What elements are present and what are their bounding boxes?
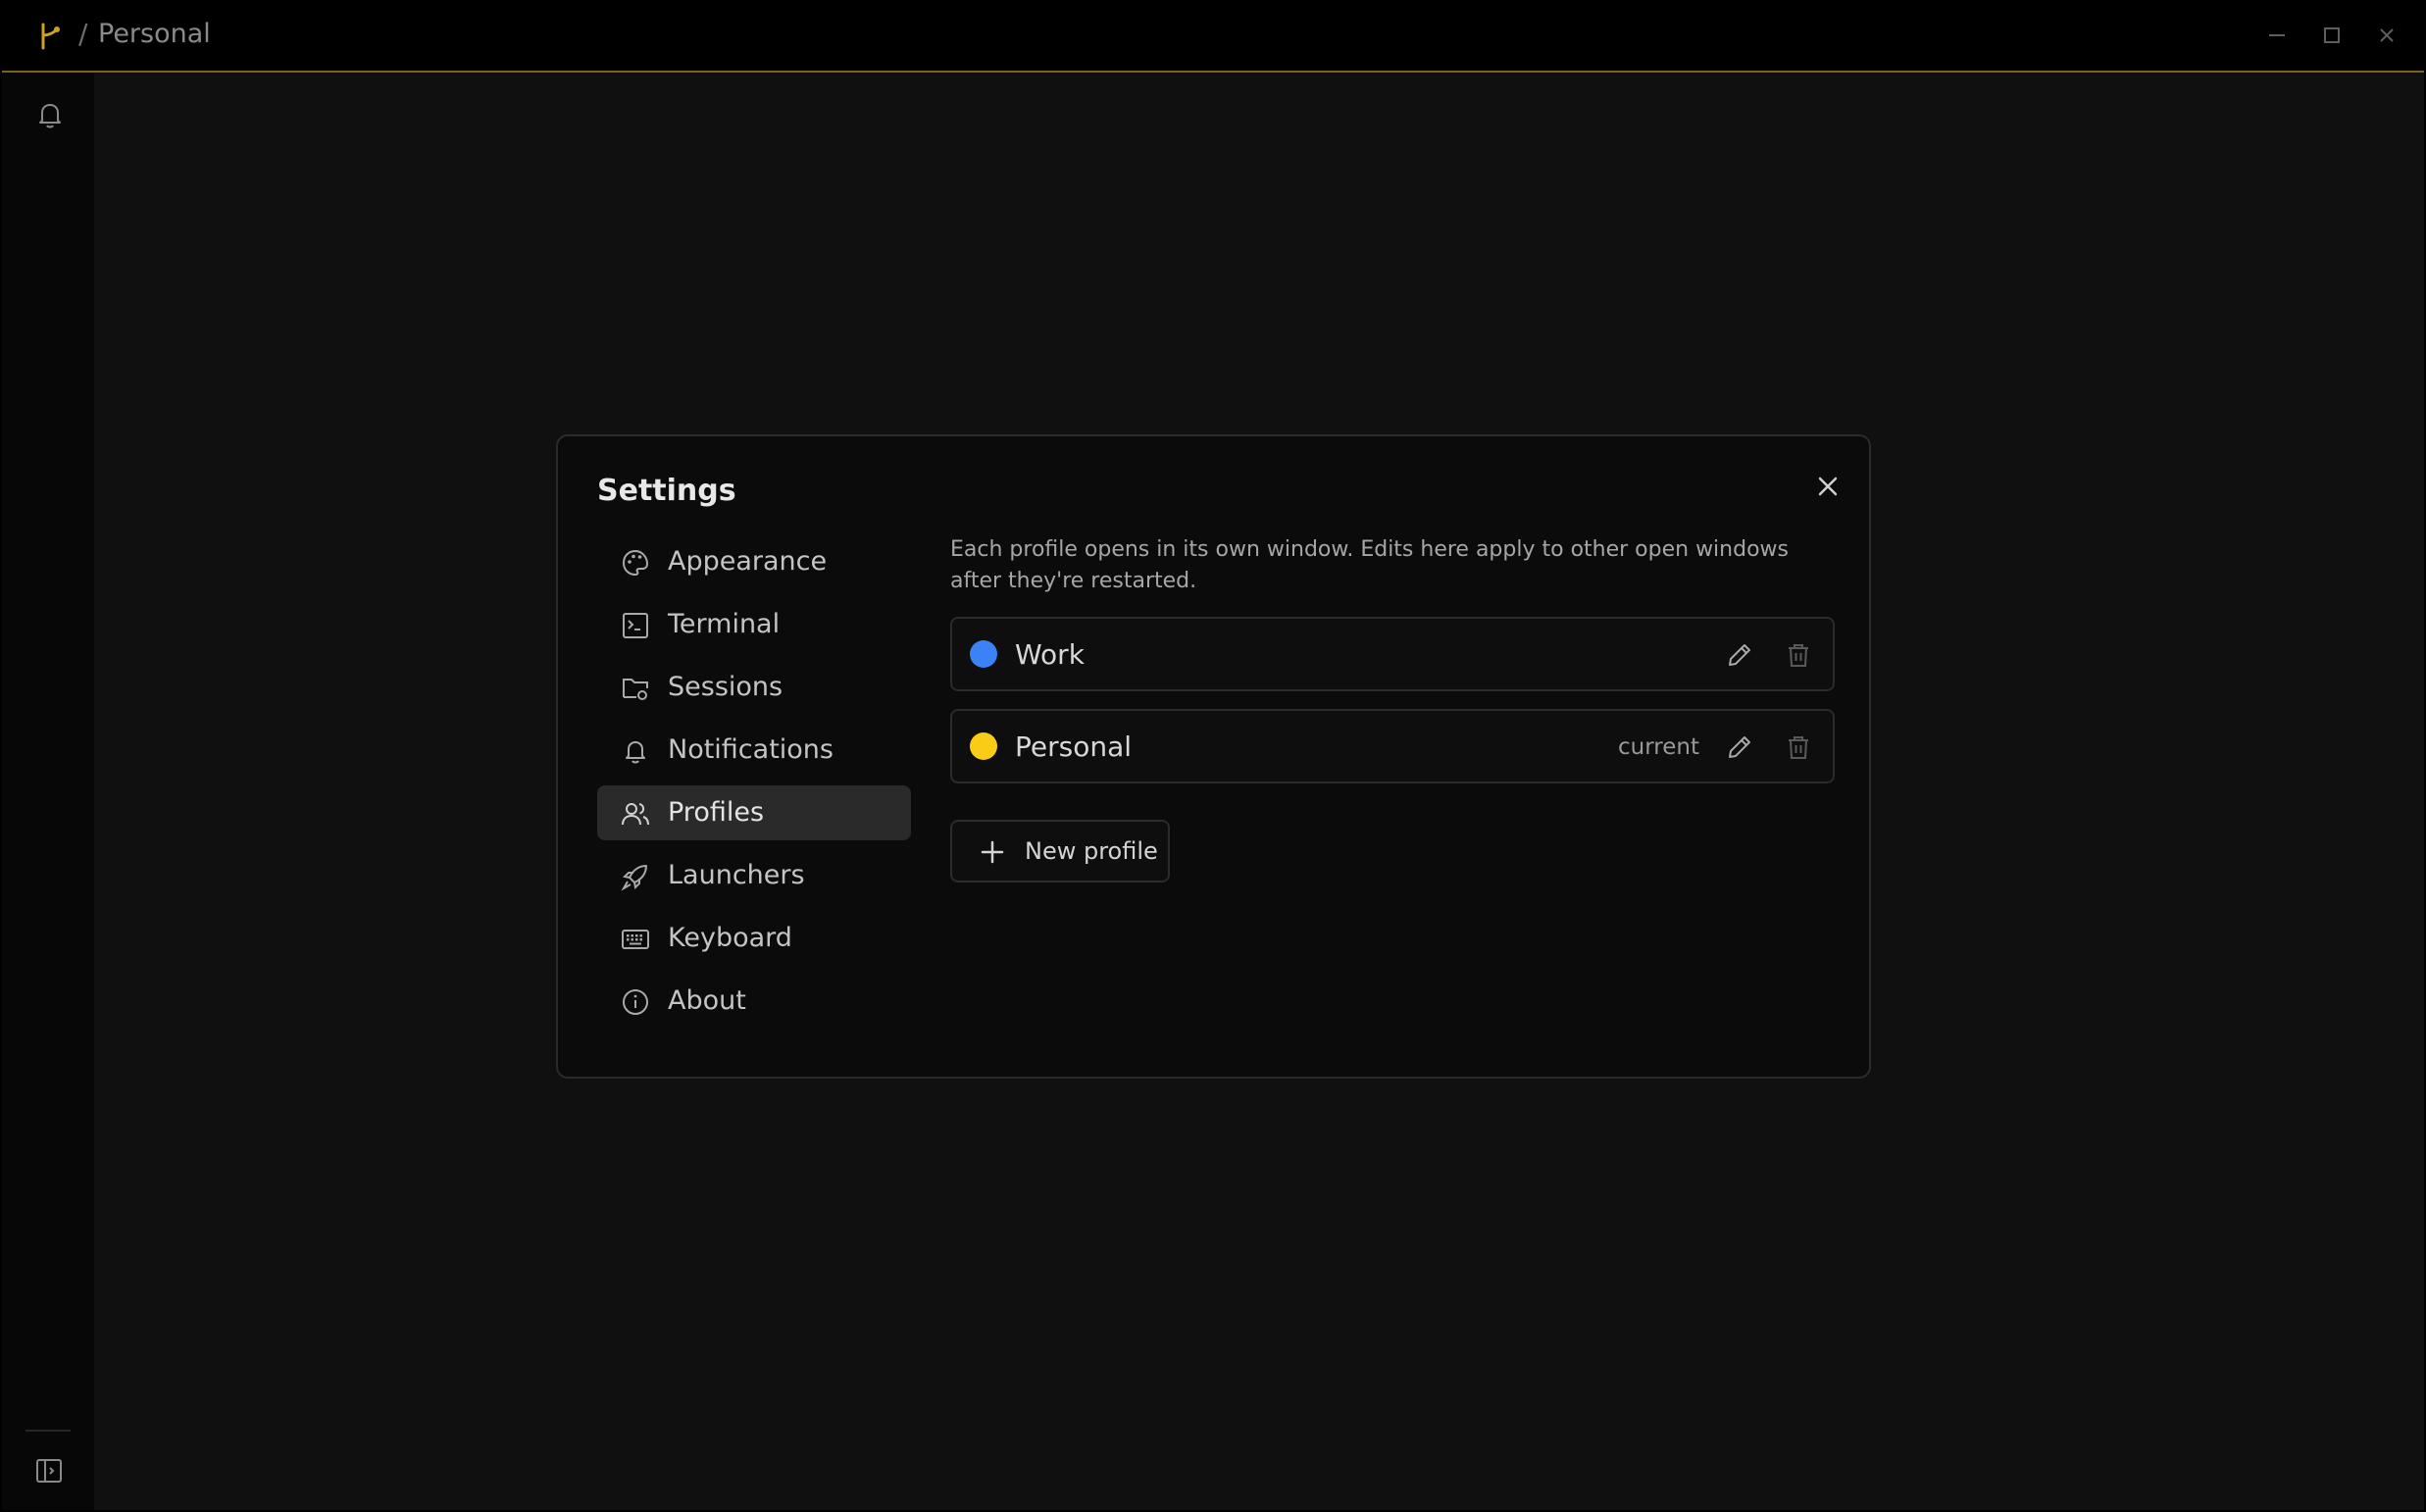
bell-icon [621, 736, 650, 766]
app-window: / Personal Settings Appearance Terminal … [2, 2, 2424, 1510]
rocket-icon [621, 862, 650, 891]
folder-gear-icon [621, 674, 650, 703]
terminal-icon [621, 611, 650, 640]
settings-title: Settings [597, 474, 736, 508]
maximize-icon[interactable] [2318, 22, 2346, 49]
close-icon[interactable] [1813, 472, 1843, 501]
nav-item-notifications[interactable]: Notifications [597, 723, 911, 778]
nav-item-appearance[interactable]: Appearance [597, 534, 911, 589]
nav-item-launchers[interactable]: Launchers [597, 848, 911, 903]
nav-item-sessions[interactable]: Sessions [597, 660, 911, 715]
left-sidebar [2, 73, 94, 1510]
app-logo-icon [35, 22, 65, 51]
window-close-icon[interactable] [2373, 22, 2401, 49]
nav-item-profiles[interactable]: Profiles [597, 785, 911, 840]
keyboard-icon [621, 925, 650, 954]
window-title: Personal [98, 19, 211, 49]
delete-trash-icon[interactable] [1784, 732, 1813, 762]
sidebar-toggle-icon[interactable] [33, 1455, 65, 1487]
nav-item-label: Sessions [668, 672, 783, 702]
sidebar-divider [25, 1430, 71, 1432]
new-profile-label: New profile [1025, 837, 1158, 865]
profile-name: Personal [1015, 731, 1133, 763]
profiles-panel: Each profile opens in its own window. Ed… [950, 534, 1835, 882]
palette-icon [621, 548, 650, 578]
nav-item-label: Profiles [668, 797, 765, 828]
nav-item-about[interactable]: About [597, 974, 911, 1029]
new-profile-button[interactable]: New profile [950, 820, 1170, 882]
minimize-icon[interactable] [2263, 22, 2291, 49]
profile-color-dot [970, 640, 997, 668]
profile-row-work[interactable]: Work [950, 617, 1835, 691]
nav-item-label: Notifications [668, 734, 834, 765]
nav-item-label: Terminal [668, 609, 781, 639]
breadcrumb-separator: / [78, 18, 88, 50]
delete-trash-icon[interactable] [1784, 640, 1813, 670]
nav-item-label: Appearance [668, 546, 828, 577]
edit-pencil-icon[interactable] [1725, 732, 1754, 762]
nav-item-terminal[interactable]: Terminal [597, 597, 911, 652]
plus-icon [980, 839, 1005, 865]
nav-item-keyboard[interactable]: Keyboard [597, 911, 911, 966]
profile-color-dot [970, 732, 997, 760]
profile-name: Work [1015, 638, 1085, 671]
current-label: current [1618, 734, 1699, 760]
edit-pencil-icon[interactable] [1725, 640, 1754, 670]
users-icon [621, 799, 650, 829]
info-icon [621, 987, 650, 1017]
settings-dialog: Settings Appearance Terminal Sessions No… [556, 434, 1871, 1079]
settings-nav: Appearance Terminal Sessions Notificatio… [597, 534, 911, 1036]
profiles-description: Each profile opens in its own window. Ed… [950, 537, 1789, 593]
profile-row-personal[interactable]: Personal current [950, 709, 1835, 783]
notifications-bell-icon[interactable] [33, 98, 67, 131]
nav-item-label: Launchers [668, 860, 805, 890]
nav-item-label: Keyboard [668, 923, 792, 953]
titlebar: / Personal [2, 2, 2424, 73]
nav-item-label: About [668, 985, 746, 1016]
